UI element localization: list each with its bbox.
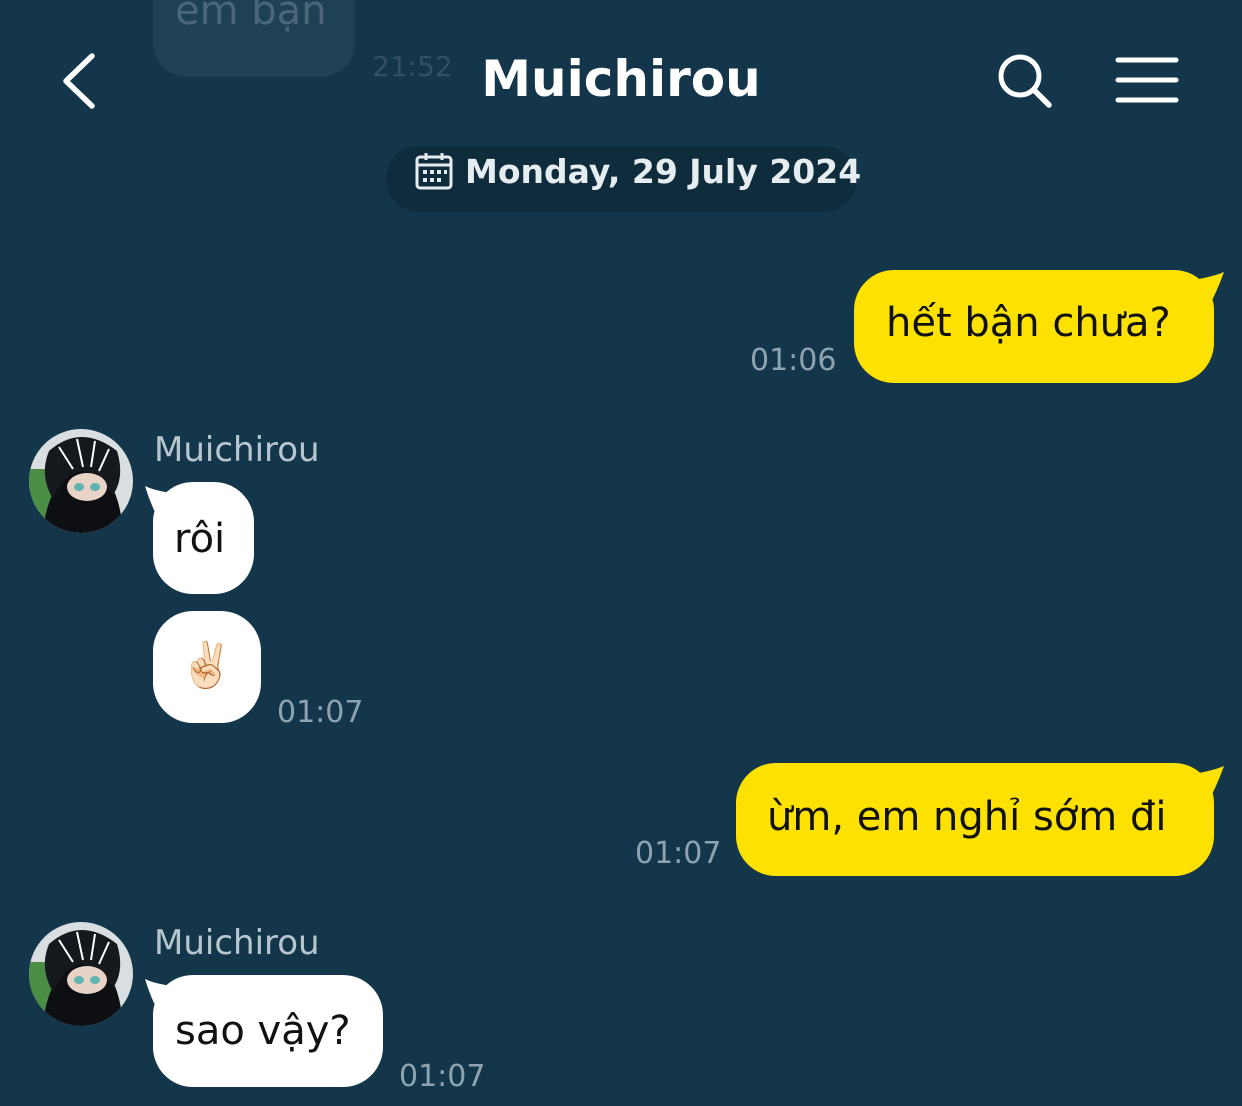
incoming-message-bubble[interactable]: sao vậy? bbox=[153, 975, 383, 1087]
sender-name: Muichirou bbox=[154, 923, 320, 963]
message-time: 01:07 bbox=[399, 1059, 486, 1094]
calendar-icon bbox=[415, 152, 453, 190]
sender-name: Muichirou bbox=[154, 430, 320, 470]
avatar[interactable] bbox=[29, 429, 133, 533]
message-time: 01:06 bbox=[750, 343, 837, 378]
hamburger-menu-icon bbox=[1115, 57, 1179, 103]
incoming-message-bubble[interactable]: rôi bbox=[153, 482, 254, 594]
date-label: Monday, 29 July 2024 bbox=[465, 152, 862, 191]
menu-button[interactable] bbox=[1115, 56, 1179, 106]
message-time: 01:07 bbox=[277, 695, 364, 730]
outgoing-message-bubble[interactable]: hết bận chưa? bbox=[854, 270, 1214, 383]
message-time: 01:07 bbox=[635, 836, 722, 871]
message-text: hết bận chưa? bbox=[886, 300, 1171, 346]
avatar[interactable] bbox=[29, 922, 133, 1026]
incoming-emoji-bubble[interactable]: ✌🏻 bbox=[153, 611, 261, 723]
outgoing-message-bubble[interactable]: ừm, em nghỉ sớm đi bbox=[736, 763, 1214, 876]
message-text: ừm, em nghỉ sớm đi bbox=[767, 794, 1167, 840]
search-icon bbox=[998, 54, 1052, 108]
victory-hand-emoji: ✌🏻 bbox=[179, 640, 234, 691]
previous-message-text: em bận bbox=[175, 0, 327, 34]
message-text: sao vậy? bbox=[175, 1008, 351, 1054]
message-text: rôi bbox=[174, 516, 226, 562]
search-button[interactable] bbox=[995, 52, 1057, 110]
